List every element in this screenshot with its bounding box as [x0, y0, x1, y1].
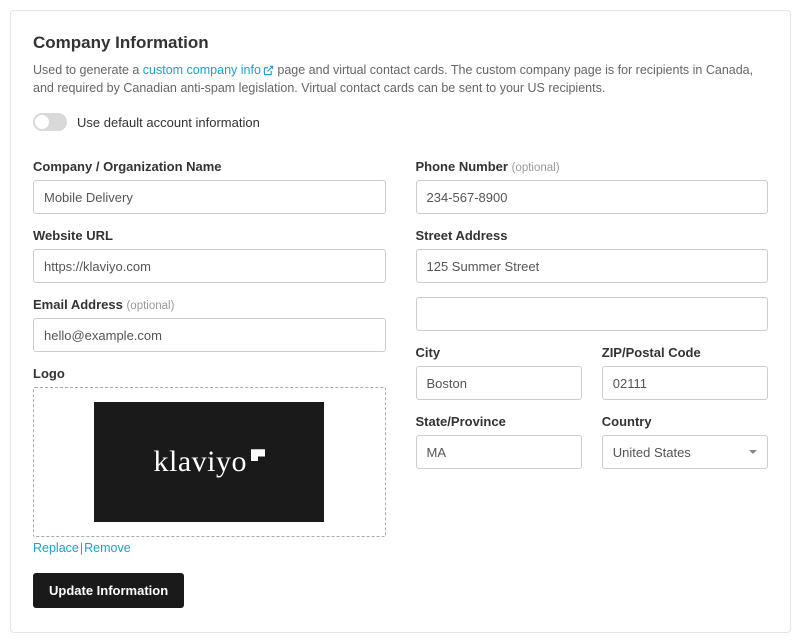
street-address-2-input[interactable]	[416, 297, 769, 331]
default-info-toggle[interactable]	[33, 113, 67, 131]
city-input[interactable]	[416, 366, 582, 400]
company-info-card: Company Information Used to generate a c…	[10, 10, 791, 633]
logo-brand-text: klaviyo	[154, 445, 266, 479]
update-information-button[interactable]: Update Information	[33, 573, 184, 608]
email-label: Email Address (optional)	[33, 297, 386, 312]
logo-actions: Replace|Remove	[33, 541, 386, 555]
logo-label: Logo	[33, 366, 386, 381]
logo-dropzone[interactable]: klaviyo	[33, 387, 386, 537]
country-label: Country	[602, 414, 768, 429]
email-input[interactable]	[33, 318, 386, 352]
desc-prefix: Used to generate a	[33, 63, 143, 77]
zip-input[interactable]	[602, 366, 768, 400]
default-info-toggle-label: Use default account information	[77, 115, 260, 130]
city-label: City	[416, 345, 582, 360]
state-input[interactable]	[416, 435, 582, 469]
logo-flag-icon	[251, 449, 265, 461]
default-info-toggle-row: Use default account information	[33, 113, 768, 131]
company-name-label: Company / Organization Name	[33, 159, 386, 174]
form-columns: Company / Organization Name Website URL …	[33, 159, 768, 608]
right-column: Phone Number (optional) Street Address C…	[416, 159, 769, 608]
phone-input[interactable]	[416, 180, 769, 214]
logo-remove-link[interactable]: Remove	[84, 541, 131, 555]
country-select[interactable]: United States	[602, 435, 768, 469]
website-url-input[interactable]	[33, 249, 386, 283]
custom-company-info-link[interactable]: custom company info	[143, 63, 274, 77]
company-name-input[interactable]	[33, 180, 386, 214]
website-url-label: Website URL	[33, 228, 386, 243]
street-address-input[interactable]	[416, 249, 769, 283]
page-title: Company Information	[33, 33, 768, 53]
state-label: State/Province	[416, 414, 582, 429]
logo-image: klaviyo	[94, 402, 324, 522]
country-select-value: United States	[613, 445, 691, 460]
page-description: Used to generate a custom company info p…	[33, 61, 768, 97]
chevron-down-icon	[749, 450, 757, 454]
street-address-label: Street Address	[416, 228, 769, 243]
zip-label: ZIP/Postal Code	[602, 345, 768, 360]
phone-label: Phone Number (optional)	[416, 159, 769, 174]
logo-replace-link[interactable]: Replace	[33, 541, 79, 555]
external-link-icon	[263, 65, 274, 76]
left-column: Company / Organization Name Website URL …	[33, 159, 386, 608]
